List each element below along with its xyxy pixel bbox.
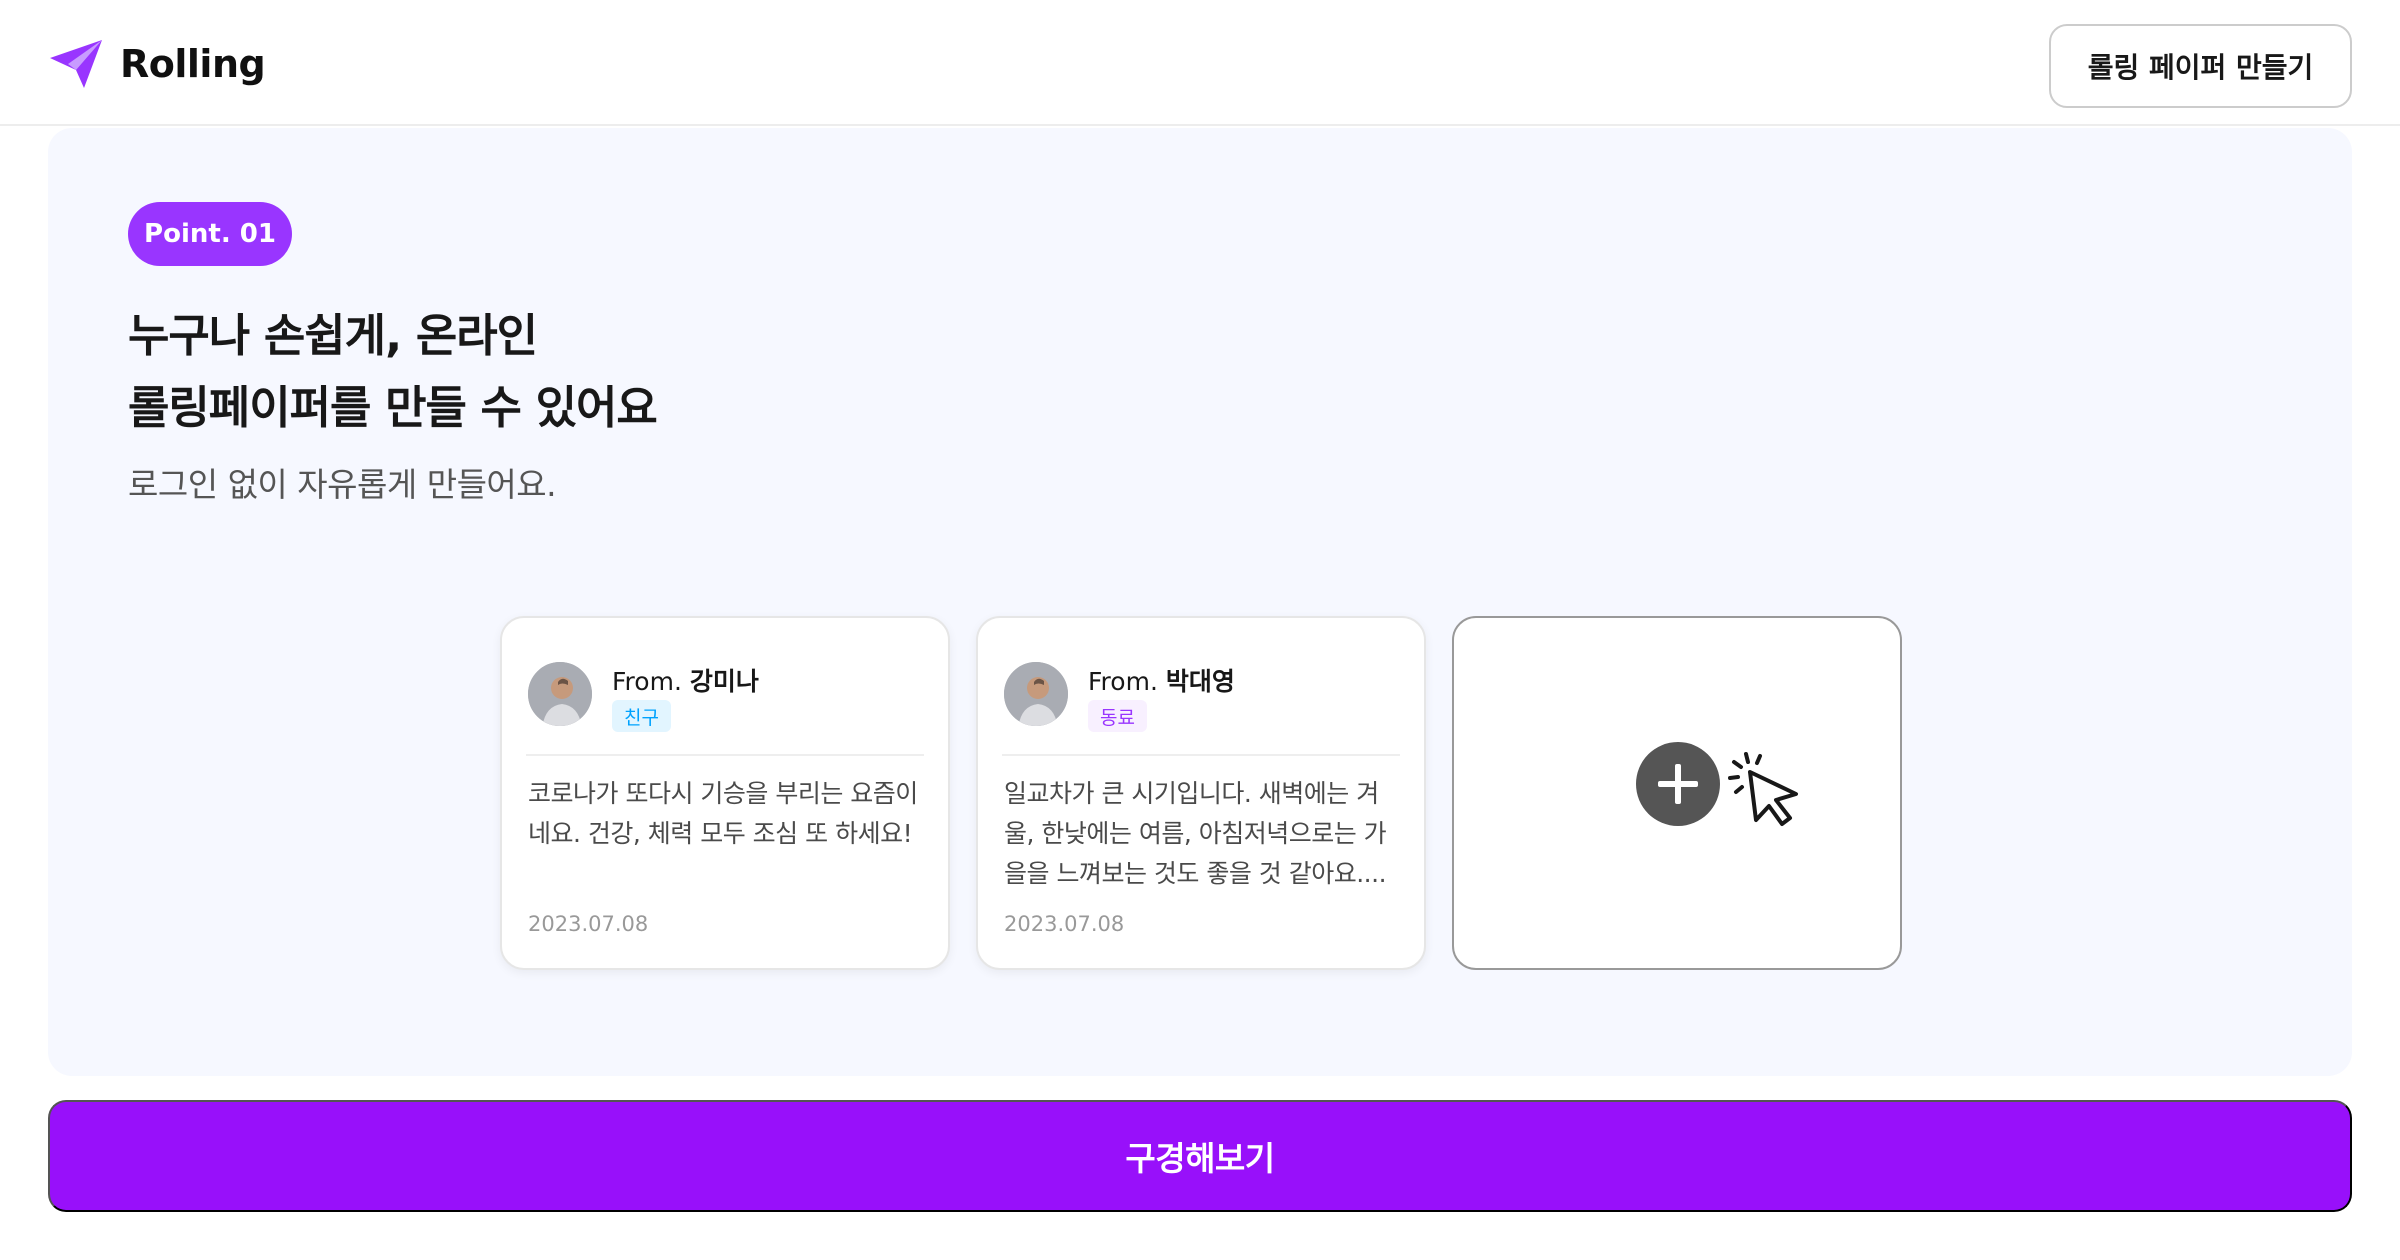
sender-name: 박대영 (1165, 667, 1235, 696)
point-badge: Point. 01 (128, 202, 292, 266)
divider (526, 754, 924, 756)
relationship-badge: 친구 (612, 700, 671, 732)
explore-button[interactable]: 구경해보기 (48, 1100, 2352, 1212)
avatar (1002, 660, 1070, 728)
paper-plane-icon (50, 40, 102, 88)
relationship-badge: 동료 (1088, 700, 1147, 732)
pointer-click-icon (1728, 752, 1798, 826)
create-rolling-paper-button[interactable]: 롤링 페이퍼 만들기 (2049, 24, 2352, 108)
section-subtitle: 로그인 없이 자유롭게 만들어요. (128, 465, 557, 504)
plus-circle-icon[interactable] (1636, 742, 1720, 826)
top-nav: Rolling 롤링 페이퍼 만들기 (0, 0, 2400, 126)
logo[interactable]: Rolling (46, 34, 266, 94)
message-card[interactable]: From. 강미나 친구 코로나가 또다시 기승을 부리는 요즘이 네요. 건강… (500, 616, 950, 970)
from-label: From. 강미나 (612, 667, 759, 696)
message-body: 코로나가 또다시 기승을 부리는 요즘이 네요. 건강, 체력 모두 조심 또 … (528, 779, 918, 848)
sender-name: 강미나 (689, 667, 759, 696)
section-title: 누구나 손쉽게, 온라인 롤링페이퍼를 만들 수 있어요 (128, 300, 1028, 444)
avatar (526, 660, 594, 728)
from-label: From. 박대영 (1088, 667, 1235, 696)
add-message-card[interactable] (1452, 616, 1902, 970)
message-body: 일교차가 큰 시기입니다. 새벽에는 겨 울, 한낮에는 여름, 아침저녁으로는… (1004, 779, 1387, 888)
message-card[interactable]: From. 박대영 동료 일교차가 큰 시기입니다. 새벽에는 겨 울, 한낮에… (976, 616, 1426, 970)
message-date: 2023.07.08 (528, 912, 649, 936)
divider (1002, 754, 1400, 756)
logo-text: Rolling (120, 42, 266, 86)
title-line-2: 롤링페이퍼를 만들 수 있어요 (128, 381, 658, 434)
title-line-1: 누구나 손쉽게, 온라인 (128, 309, 538, 362)
message-date: 2023.07.08 (1004, 912, 1125, 936)
